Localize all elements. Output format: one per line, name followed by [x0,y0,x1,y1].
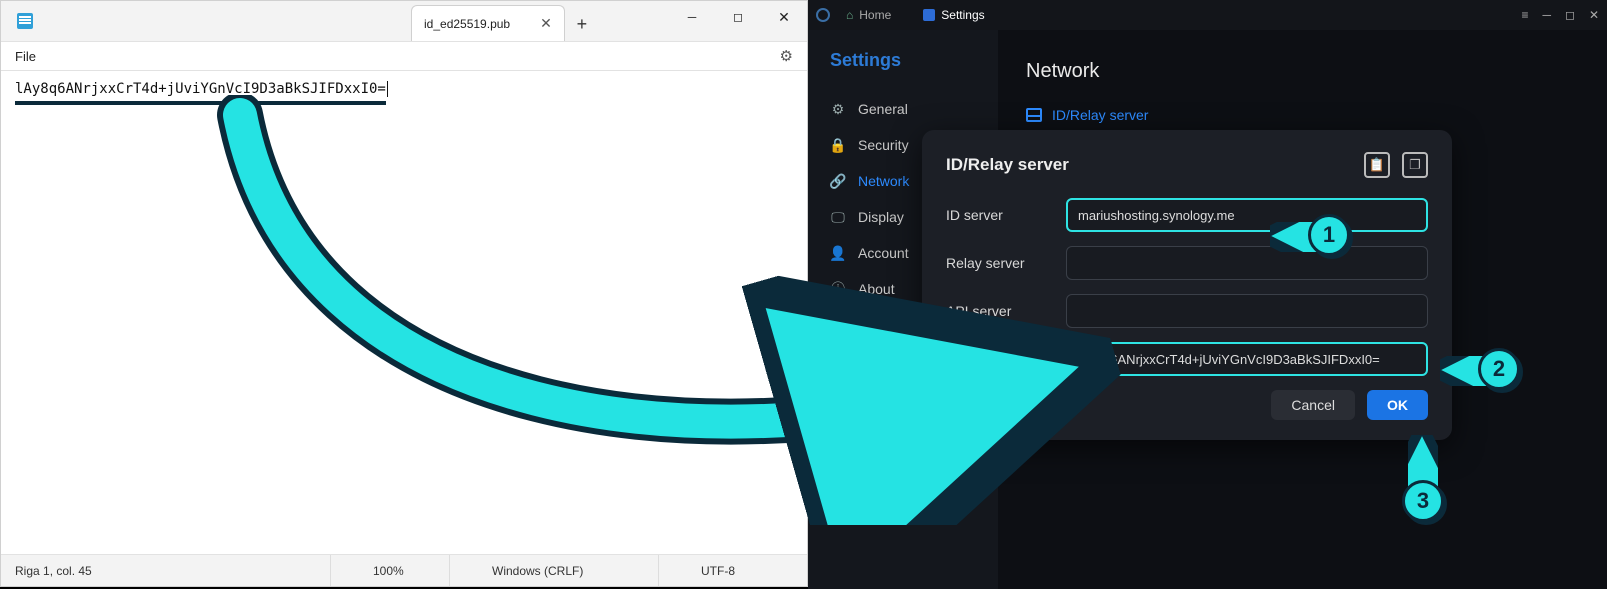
app-logo-icon [816,8,830,22]
menubar: File ⚙ [1,41,807,71]
ok-button[interactable]: OK [1367,390,1428,420]
file-tab[interactable]: id_ed25519.pub ✕ [411,5,565,41]
r-titlebar: ⌂ Home Settings ≡ ─ ◻ ✕ [808,0,1607,30]
status-position: Riga 1, col. 45 [1,555,330,586]
tab-home[interactable]: ⌂ Home [840,4,897,26]
id-server-label: ID server [946,207,1066,223]
clipboard-import-icon[interactable]: 📋 [1364,152,1390,178]
home-icon: ⌂ [846,8,853,22]
sidebar-item-label: Account [858,245,909,261]
key-label: Key [946,351,1066,367]
id-relay-dialog: ID/Relay server 📋 ❐ ID server Relay serv… [922,130,1452,440]
maximize-button[interactable]: ◻ [715,1,761,33]
close-button[interactable]: ✕ [761,1,807,33]
sidebar-title: Settings [808,50,998,91]
file-content: lAy8q6ANrjxxCrT4d+jUviYGnVcI9D3aBkSJIFDx… [15,81,386,105]
status-eol[interactable]: Windows (CRLF) [478,555,658,586]
tab-home-label: Home [859,8,891,22]
r-minimize-button[interactable]: ─ [1542,8,1551,22]
new-tab-button[interactable]: + [565,7,599,41]
monitor-icon: 🖵 [830,209,846,225]
wrench-icon [923,9,935,21]
sidebar-item-label: Display [858,209,904,225]
r-close-button[interactable]: ✕ [1589,8,1599,22]
link-icon: 🔗 [830,173,846,189]
sidebar-item-label: General [858,101,908,117]
gear-icon: ⚙ [830,101,846,117]
section-label: ID/Relay server [1052,107,1148,123]
info-icon: ⓘ [830,281,846,297]
statusbar: Riga 1, col. 45 100% Windows (CRLF) UTF-… [1,554,807,586]
sidebar-item-label: About [858,281,895,297]
rustdesk-window: ⌂ Home Settings ≡ ─ ◻ ✕ Settings ⚙ Genera… [808,0,1607,589]
clipboard-export-icon[interactable]: ❐ [1402,152,1428,178]
tab-settings-label: Settings [941,8,984,22]
notepad-icon [17,13,33,29]
gear-icon[interactable]: ⚙ [780,47,793,65]
section-id-relay[interactable]: ID/Relay server [1026,107,1577,123]
minimize-button[interactable]: ─ [669,1,715,33]
relay-server-input[interactable] [1066,246,1428,280]
r-maximize-button[interactable]: ◻ [1565,8,1575,22]
notepad-window: id_ed25519.pub ✕ + ─ ◻ ✕ File ⚙ lAy8q6AN… [0,0,808,587]
annotation-step-1: 1 [1308,214,1350,256]
user-icon: 👤 [830,245,846,261]
annotation-step-2: 2 [1478,348,1520,390]
tab-settings[interactable]: Settings [917,4,990,26]
sidebar-item-label: Security [858,137,909,153]
tab-close-icon[interactable]: ✕ [540,15,552,32]
server-icon [1026,108,1042,122]
editor-area[interactable]: lAy8q6ANrjxxCrT4d+jUviYGnVcI9D3aBkSJIFDx… [1,71,807,554]
status-zoom[interactable]: 100% [359,555,449,586]
relay-server-label: Relay server [946,255,1066,271]
tab-title: id_ed25519.pub [424,17,510,31]
api-server-label: API server [946,303,1066,319]
titlebar: id_ed25519.pub ✕ + ─ ◻ ✕ [1,1,807,41]
sidebar-item-label: Network [858,173,909,189]
lock-icon: 🔒 [830,137,846,153]
id-server-input[interactable] [1066,198,1428,232]
cancel-button[interactable]: Cancel [1271,390,1355,420]
hamburger-icon[interactable]: ≡ [1521,8,1528,22]
menu-file[interactable]: File [15,49,36,64]
annotation-step-3: 3 [1402,480,1444,522]
api-server-input[interactable] [1066,294,1428,328]
key-input[interactable] [1066,342,1428,376]
status-encoding[interactable]: UTF-8 [687,555,807,586]
page-heading: Network [1026,60,1577,83]
main-panel: Network ID/Relay server ID/Relay server … [998,30,1607,589]
dialog-title: ID/Relay server [946,155,1069,175]
sidebar-item-general[interactable]: ⚙ General [808,91,998,127]
